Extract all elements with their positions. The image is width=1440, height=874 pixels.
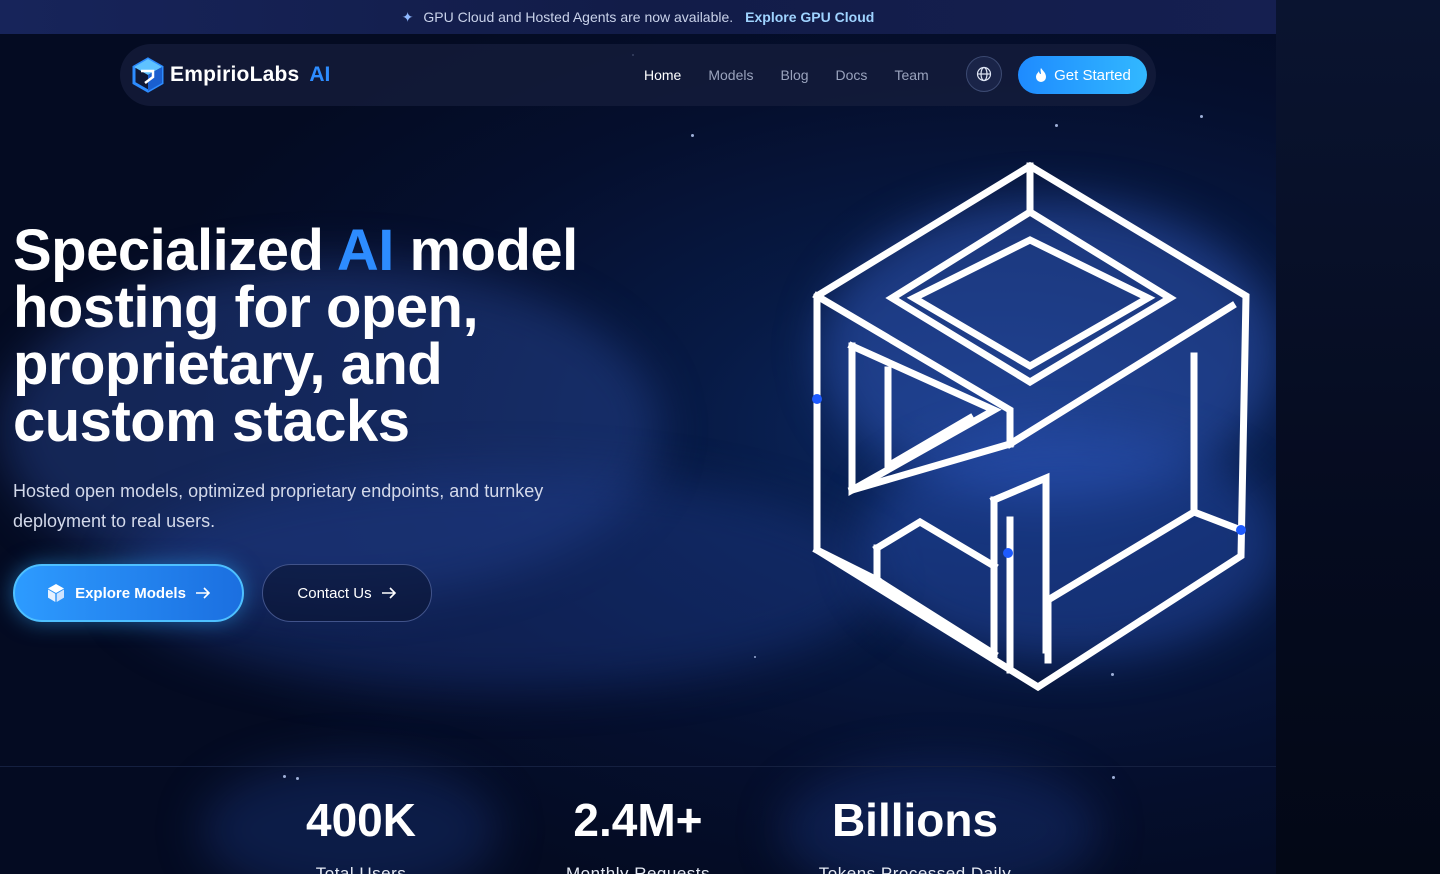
nav-link-home[interactable]: Home [644,67,681,83]
explore-models-label: Explore Models [75,584,186,602]
star [296,777,299,780]
stat-value: Billions [831,794,999,846]
node-dot [1003,548,1013,558]
hero-title-part1: Specialized [13,218,337,283]
get-started-label: Get Started [1054,66,1131,84]
star [754,656,756,658]
contact-us-label: Contact Us [297,584,372,602]
explore-models-button[interactable]: Explore Models [13,564,244,622]
language-button[interactable] [966,56,1002,92]
hero-maze-cube-illustration [812,161,1250,692]
hero-title: Specialized AI model hosting for open, p… [13,222,653,451]
nav-link-blog[interactable]: Blog [781,67,809,83]
star [283,775,286,778]
star [1200,115,1203,118]
arrow-right-icon [195,587,211,599]
sparkle-icon: ✦ [401,8,414,25]
globe-icon [976,66,992,82]
page-canvas: ✦ GPU Cloud and Hosted Agents are now av… [0,0,1276,874]
star [691,134,694,137]
nav-link-docs[interactable]: Docs [836,67,868,83]
announcement-message: GPU Cloud and Hosted Agents are now avai… [423,9,734,25]
hero-subtitle: Hosted open models, optimized proprietar… [13,481,544,531]
star [1112,776,1115,779]
brand-suffix: AI [309,63,331,86]
stat-tokens-processed: Billions Tokens Processed Daily [785,794,1045,874]
navbar: EmpirioLabs AI Home Models Blog Docs Tea… [120,44,1156,106]
nav-link-team[interactable]: Team [894,67,928,83]
contact-us-button[interactable]: Contact Us [262,564,432,622]
node-dot [1236,525,1246,535]
nav-links: Home Models Blog Docs Team [644,44,929,106]
explore-gpu-cloud-link[interactable]: Explore GPU Cloud [745,9,874,25]
node-dot [812,394,822,404]
flame-icon [1036,68,1047,82]
star [1055,124,1058,127]
viewport-gutter [1276,0,1440,874]
brand-logo[interactable]: EmpirioLabs AI [132,57,330,93]
get-started-button[interactable]: Get Started [1018,56,1147,94]
brand-name: EmpirioLabs [170,63,300,86]
announcement-bar: ✦ GPU Cloud and Hosted Agents are now av… [0,0,1276,34]
arrow-right-icon [381,587,396,599]
stat-label: Total Users [315,864,407,874]
stat-monthly-requests: 2.4M+ Monthly Requests [508,794,768,874]
stat-label: Tokens Processed Daily [818,864,1012,874]
cube-icon [48,584,65,602]
stat-value: 400K [306,794,416,846]
logo-cube-icon [132,57,164,93]
hero-title-accent: AI [336,218,395,283]
nav-link-models[interactable]: Models [708,67,753,83]
stat-total-users: 400K Total Users [231,794,491,874]
stat-value: 2.4M+ [573,794,703,846]
stats-divider [0,766,1276,767]
stat-label: Monthly Requests [565,864,711,874]
